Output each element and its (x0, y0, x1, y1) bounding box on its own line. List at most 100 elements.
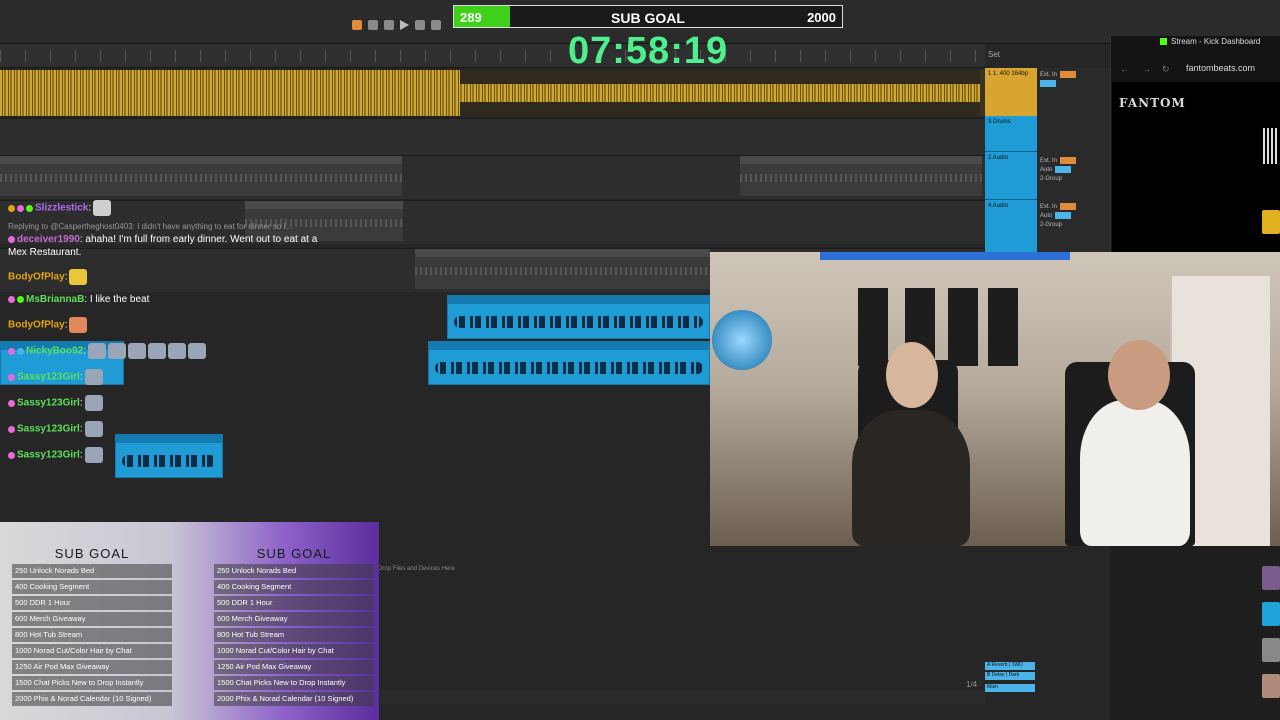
monitor-auto-label[interactable]: Auto (1040, 167, 1052, 173)
track-number-chip[interactable] (1055, 212, 1072, 219)
track-lane-audio[interactable] (0, 155, 985, 199)
audio-clip-blue[interactable] (428, 341, 710, 385)
thumbnail[interactable] (1262, 602, 1280, 626)
badge-icon (26, 204, 33, 212)
track-number-chip[interactable] (1060, 203, 1077, 210)
address-bar[interactable]: fantombeats.com (1186, 63, 1255, 73)
ruler-tick (100, 50, 101, 62)
input-label[interactable]: Ext. In (1040, 158, 1057, 164)
main-track[interactable]: Main (985, 684, 1035, 692)
return-track-b[interactable]: B Delay | Dark (985, 672, 1035, 680)
ruler-tick (400, 50, 401, 62)
clip-header (740, 156, 982, 164)
drop-zone-hint[interactable]: Drop Files and Devices Here (378, 566, 455, 572)
sub-goal-column-title: SUB GOAL (256, 546, 332, 561)
chat-username[interactable]: Sassy123Girl (17, 372, 80, 383)
arrangement-ruler[interactable] (0, 44, 985, 68)
reload-icon[interactable]: ↻ (1162, 64, 1170, 75)
menu-bar (1110, 0, 1280, 36)
audio-clip[interactable] (740, 156, 982, 196)
mixer-strip[interactable]: 4 Audio (985, 200, 1037, 254)
person-right-head (1108, 340, 1170, 410)
chat-username[interactable]: MsBriannaB (26, 294, 84, 305)
sub-goal-item: 600 Merch Giveaway (12, 612, 172, 626)
thumbnail[interactable] (1262, 566, 1280, 590)
group-label[interactable]: 2-Group (1040, 176, 1062, 182)
set-label[interactable]: Set (988, 50, 1000, 59)
return-track-a[interactable]: A Reverb | 1WD (985, 662, 1035, 670)
audio-clip-blue[interactable] (115, 434, 223, 478)
audio-clip[interactable] (415, 249, 710, 289)
back-icon[interactable]: ← (1120, 64, 1129, 74)
sub-goal-title: SUB GOAL (611, 10, 685, 26)
track-number-chip[interactable] (1060, 157, 1077, 164)
emote-wolf-icon (84, 421, 103, 437)
chat-text: : (79, 449, 83, 461)
emote-wolf-icon (84, 447, 103, 463)
track-gold[interactable] (0, 70, 985, 116)
input-label[interactable]: Ext. In (1040, 204, 1057, 210)
mixer-io[interactable]: Ext. In (1040, 70, 1108, 88)
ruler-tick (200, 50, 201, 62)
bottom-ruler[interactable] (380, 690, 985, 704)
page-fraction[interactable]: 1/4 (966, 680, 977, 689)
stop-icon[interactable] (415, 20, 425, 30)
metronome-icon[interactable] (352, 20, 362, 30)
audio-clip[interactable] (0, 156, 402, 196)
chat-message: BodyOfPlay: (8, 269, 88, 285)
track-number-chip[interactable] (1055, 166, 1072, 173)
ruler-tick (0, 50, 1, 62)
badge-icon (8, 373, 15, 381)
sub-goal-item: 1000 Norad Cut/Color Hair by Chat (12, 644, 172, 658)
emote-face-icon (69, 317, 88, 333)
audio-clip-blue[interactable] (447, 295, 710, 339)
input-label[interactable]: Ext. In (1040, 72, 1057, 78)
site-logo[interactable]: FANTOM (1119, 96, 1186, 110)
track-number-chip[interactable] (1040, 80, 1056, 87)
badge-icon (17, 347, 24, 355)
ruler-tick (950, 50, 951, 62)
stream-timer: 07:58:19 (568, 30, 729, 72)
chat-username[interactable]: Sassy123Girl (17, 424, 80, 435)
thumbnail[interactable] (1262, 210, 1280, 234)
acoustic-panel (988, 288, 1018, 366)
chat-text: : (79, 397, 83, 409)
thumbnail[interactable] (1262, 674, 1280, 698)
track-number-chip[interactable] (1060, 71, 1077, 78)
monitor-auto-label[interactable]: Auto (1040, 213, 1052, 219)
chat-username[interactable]: deceiver1990 (17, 234, 80, 245)
ruler-tick (925, 50, 926, 62)
clip-header (245, 201, 403, 209)
mixer-strip[interactable]: 3 Drums (985, 116, 1037, 152)
audio-clip-main[interactable] (0, 70, 980, 116)
record-icon[interactable] (431, 20, 441, 30)
menu-bars-icon[interactable] (1263, 128, 1277, 164)
chat-username[interactable]: BodyOfPlay (8, 272, 65, 283)
badge-icon (8, 347, 15, 355)
mixer-strip[interactable]: 2 Audio (985, 152, 1037, 200)
group-label[interactable]: 2-Group (1040, 222, 1062, 228)
chat-username[interactable]: Slizzlestick (35, 203, 88, 214)
chat-username[interactable]: BodyOfPlay (8, 320, 65, 331)
emote-wolf-icon (148, 343, 167, 359)
browser-tab[interactable]: Stream - Kick Dashboard (1160, 37, 1280, 51)
chat-username[interactable]: Sassy123Girl (17, 398, 80, 409)
sub-goal-item: 500 DDR 1 Hour (12, 596, 172, 610)
sub-goal-item: 1250 Air Pod Max Giveaway (12, 660, 172, 674)
sub-goal-item: 800 Hot Tub Stream (214, 628, 374, 642)
chat-username[interactable]: NickyBoo92 (26, 346, 83, 357)
emote-wolf-icon (188, 343, 207, 359)
clip-header (415, 249, 710, 257)
emote-wolf-icon (88, 343, 107, 359)
mixer-io[interactable]: Ext. In Auto 2-Group (1040, 156, 1108, 183)
mixer-io[interactable]: Ext. In Auto 2-Group (1040, 202, 1108, 229)
chat-username[interactable]: Sassy123Girl (17, 450, 80, 461)
ruler-tick (450, 50, 451, 62)
mixer-strip[interactable]: 1 1. 400 164bp (985, 68, 1037, 116)
sub-goal-column-title: SUB GOAL (54, 546, 130, 561)
forward-icon[interactable]: → (1142, 64, 1151, 74)
play-icon[interactable] (400, 20, 409, 30)
thumbnail[interactable] (1262, 638, 1280, 662)
emote-cat-icon (93, 200, 112, 216)
chat-message: deceiver1990: ahaha! I'm full from early… (8, 234, 317, 245)
